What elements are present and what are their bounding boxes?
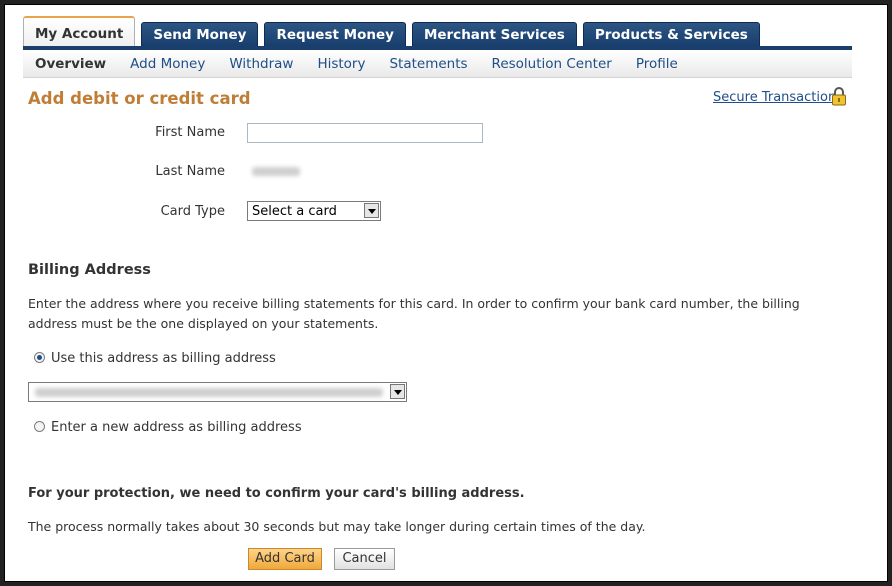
card-type-select[interactable]: Select a card bbox=[247, 201, 381, 221]
tab-send-money[interactable]: Send Money bbox=[141, 22, 259, 47]
tab-my-account[interactable]: My Account bbox=[23, 16, 136, 47]
card-type-label: Card Type bbox=[160, 204, 225, 219]
chevron-down-icon bbox=[390, 384, 405, 399]
enter-new-address-radio[interactable] bbox=[34, 421, 45, 432]
billing-address-heading: Billing Address bbox=[28, 262, 151, 278]
tab-products-services[interactable]: Products & Services bbox=[582, 22, 760, 47]
chevron-down-icon bbox=[364, 203, 379, 218]
subnav-statements[interactable]: Statements bbox=[389, 56, 467, 72]
page-title: Add debit or credit card bbox=[28, 89, 251, 108]
card-type-value: Select a card bbox=[252, 204, 337, 219]
protection-heading: For your protection, we need to confirm … bbox=[28, 486, 525, 501]
add-card-button[interactable]: Add Card bbox=[248, 548, 322, 570]
subnav-withdraw[interactable]: Withdraw bbox=[229, 56, 293, 72]
use-existing-address-radio[interactable] bbox=[34, 352, 45, 363]
billing-description: Enter the address where you receive bill… bbox=[28, 296, 800, 331]
billing-address-select[interactable] bbox=[28, 382, 407, 402]
last-name-value-redacted bbox=[252, 167, 300, 176]
first-name-input[interactable] bbox=[247, 123, 483, 143]
enter-new-address-label: Enter a new address as billing address bbox=[51, 420, 302, 435]
secure-transaction-link[interactable]: Secure Transaction bbox=[713, 90, 836, 105]
cancel-button[interactable]: Cancel bbox=[334, 548, 395, 570]
tab-merchant-services[interactable]: Merchant Services bbox=[411, 22, 577, 47]
subnav-overview[interactable]: Overview bbox=[35, 56, 106, 72]
sub-navigation: Overview Add Money Withdraw History Stat… bbox=[23, 50, 852, 78]
main-tabs: My Account Send Money Request Money Merc… bbox=[23, 16, 766, 47]
tab-request-money[interactable]: Request Money bbox=[264, 22, 406, 47]
address-value-redacted bbox=[35, 388, 383, 397]
subnav-add-money[interactable]: Add Money bbox=[130, 56, 205, 72]
first-name-label: First Name bbox=[155, 125, 225, 140]
last-name-label: Last Name bbox=[155, 164, 225, 179]
subnav-history[interactable]: History bbox=[317, 56, 365, 72]
subnav-resolution-center[interactable]: Resolution Center bbox=[492, 56, 612, 72]
subnav-profile[interactable]: Profile bbox=[636, 56, 678, 72]
lock-icon bbox=[832, 87, 846, 106]
process-note: The process normally takes about 30 seco… bbox=[28, 519, 646, 534]
use-existing-address-label: Use this address as billing address bbox=[51, 351, 276, 366]
